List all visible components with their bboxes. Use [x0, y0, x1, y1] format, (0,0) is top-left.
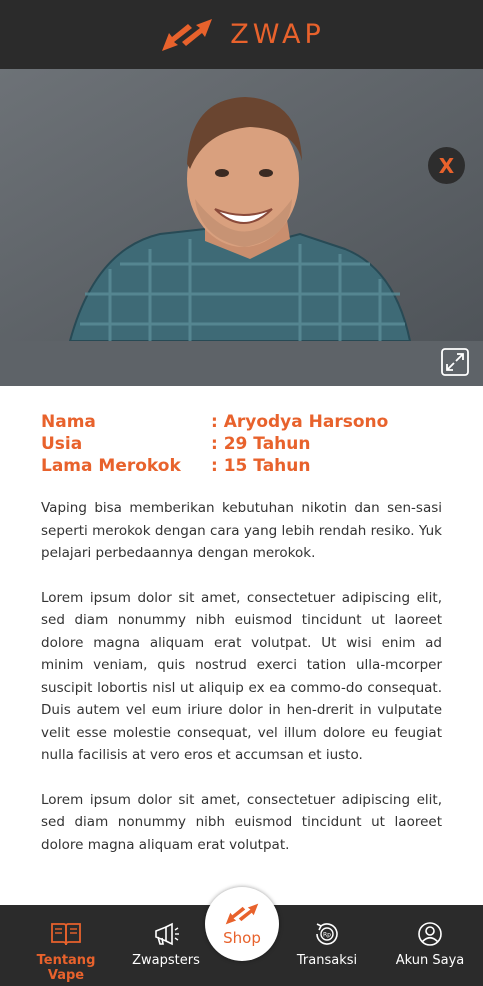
book-icon	[51, 923, 81, 946]
svg-text:Rp: Rp	[323, 932, 331, 939]
article-paragraph: Lorem ipsum dolor sit amet, consectetuer…	[41, 791, 442, 853]
fullscreen-icon[interactable]	[441, 348, 469, 376]
shop-button[interactable]: Shop	[205, 887, 279, 961]
profile-row-name: Nama : Aryodya Harsono	[41, 411, 442, 433]
article-paragraph: Lorem ipsum dolor sit amet, consectetuer…	[41, 589, 442, 764]
profile-label: Nama	[41, 412, 96, 432]
swap-arrows-icon	[225, 903, 259, 925]
profile-row-age: Usia : 29 Tahun	[41, 433, 442, 455]
profile-label: Usia	[41, 434, 83, 454]
nav-label: Transaksi	[296, 953, 358, 968]
nav-item-transaksi[interactable]: Rp Transaksi	[279, 921, 375, 968]
nav-item-tentang-vape[interactable]: Tentang Vape	[18, 921, 114, 983]
video-player[interactable]: X	[0, 69, 483, 386]
close-video-button[interactable]: X	[428, 147, 465, 184]
nav-label: Tentang Vape	[36, 953, 96, 983]
user-icon	[418, 922, 442, 946]
coin-history-icon: Rp	[316, 923, 338, 945]
brand-name: ZWAP	[230, 19, 325, 50]
article-content[interactable]: Nama : Aryodya Harsono Usia : 29 Tahun L…	[0, 386, 483, 905]
brand-logo: ZWAP	[158, 15, 324, 55]
profile-value: : Aryodya Harsono	[211, 412, 389, 432]
swap-arrows-icon	[162, 18, 213, 51]
profile-value: : 15 Tahun	[211, 456, 311, 476]
profile-label: Lama Merokok	[41, 456, 181, 476]
nav-label: Akun Saya	[395, 953, 465, 968]
nav-label: Zwapsters	[132, 953, 200, 968]
app-screen: ZWAP X Nama: Aryodya Harsono Usia: 29 …	[0, 0, 483, 986]
profile-info: Nama : Aryodya Harsono Usia : 29 Tahun L…	[41, 411, 442, 477]
profile-value: : 29 Tahun	[211, 434, 311, 454]
nav-item-akun-saya[interactable]: Akun Saya	[382, 921, 478, 968]
profile-row-smoking-duration: Lama Merokok : 15 Tahun	[41, 455, 442, 477]
article-paragraph: Vaping bisa memberikan kebutuhan nikotin…	[41, 500, 442, 561]
nav-item-zwapsters[interactable]: Zwapsters	[118, 921, 214, 968]
shop-label: Shop	[223, 929, 261, 947]
megaphone-icon	[155, 922, 179, 946]
video-frame-image	[0, 69, 483, 341]
app-header: ZWAP	[0, 0, 483, 69]
